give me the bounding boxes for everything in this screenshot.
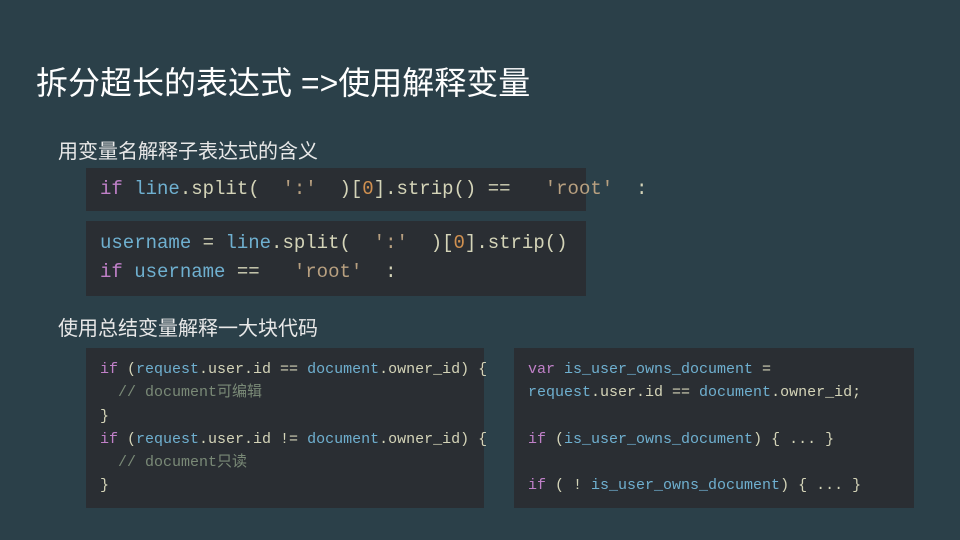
- code-text: (: [555, 431, 564, 448]
- code-text: ) { ... }: [780, 477, 861, 494]
- code-block-after-2: var is_user_owns_document = request.user…: [514, 348, 914, 508]
- code-line: if (request.user.id == document.owner_id…: [100, 358, 470, 381]
- identifier: document: [307, 431, 379, 448]
- string: ':': [260, 178, 340, 200]
- code-line: var is_user_owns_document =: [528, 358, 900, 381]
- keyword: if: [100, 178, 134, 200]
- code-text: )[: [339, 178, 362, 200]
- identifier: document: [699, 384, 771, 401]
- code-block-before-1: if line.split( ':' )[0].strip() == 'root…: [86, 168, 586, 211]
- keyword: if: [100, 261, 134, 283]
- code-text: ) { ... }: [753, 431, 834, 448]
- identifier: is_user_owns_document: [564, 431, 753, 448]
- code-text: .split(: [271, 232, 351, 254]
- keyword: if: [100, 431, 127, 448]
- keyword: if: [528, 477, 555, 494]
- code-text: =: [753, 361, 771, 378]
- code-line: [528, 405, 900, 428]
- code-line: if username == 'root' :: [100, 258, 572, 287]
- code-block-after-1: username = line.split( ':' )[0].strip() …: [86, 221, 586, 296]
- subtitle-summary-vars: 使用总结变量解释一大块代码: [58, 312, 318, 341]
- code-text: .user.id !=: [199, 431, 307, 448]
- code-line: if (request.user.id != document.owner_id…: [100, 428, 470, 451]
- code-line: }: [100, 405, 470, 428]
- identifier: document: [307, 361, 379, 378]
- comment: // document可编辑: [100, 384, 262, 401]
- identifier: request: [528, 384, 591, 401]
- code-block-before-2: if (request.user.id == document.owner_id…: [86, 348, 484, 508]
- code-text: )[: [431, 232, 454, 254]
- code-text: .split(: [180, 178, 260, 200]
- identifier: username: [134, 261, 225, 283]
- code-text: ( !: [555, 477, 591, 494]
- code-line: }: [100, 474, 470, 497]
- identifier: line: [134, 178, 180, 200]
- slide-title: 拆分超长的表达式 =>使用解释变量: [36, 58, 530, 104]
- code-text: =: [191, 232, 225, 254]
- keyword: if: [100, 361, 127, 378]
- code-text: [528, 408, 537, 425]
- identifier: is_user_owns_document: [591, 477, 780, 494]
- string: 'root': [260, 261, 385, 283]
- code-text: :: [636, 178, 647, 200]
- code-text: ].strip() ==: [374, 178, 511, 200]
- code-text: ].strip(): [465, 232, 568, 254]
- code-line: // document可编辑: [100, 381, 470, 404]
- number: 0: [362, 178, 373, 200]
- code-line: if ( ! is_user_owns_document) { ... }: [528, 474, 900, 497]
- number: 0: [454, 232, 465, 254]
- subtitle-explain-vars: 用变量名解释子表达式的含义: [58, 135, 318, 164]
- code-text: .user.id ==: [199, 361, 307, 378]
- code-text: (: [127, 361, 136, 378]
- code-text: .user.id ==: [591, 384, 699, 401]
- code-line: if (is_user_owns_document) { ... }: [528, 428, 900, 451]
- identifier: line: [225, 232, 271, 254]
- code-text: }: [100, 477, 109, 494]
- code-text: .owner_id) {: [379, 361, 487, 378]
- string: 'root': [511, 178, 636, 200]
- code-text: [528, 454, 537, 471]
- identifier: is_user_owns_document: [564, 361, 753, 378]
- identifier: username: [100, 232, 191, 254]
- code-line: username = line.split( ':' )[0].strip(): [100, 229, 572, 258]
- code-line: if line.split( ':' )[0].strip() == 'root…: [100, 176, 572, 203]
- identifier: request: [136, 431, 199, 448]
- identifier: request: [136, 361, 199, 378]
- code-text: }: [100, 408, 109, 425]
- code-text: ==: [225, 261, 259, 283]
- code-text: (: [127, 431, 136, 448]
- code-line: [528, 451, 900, 474]
- code-line: request.user.id == document.owner_id;: [528, 381, 900, 404]
- code-text: .owner_id) {: [379, 431, 487, 448]
- keyword: if: [528, 431, 555, 448]
- code-text: :: [385, 261, 396, 283]
- code-line: // document只读: [100, 451, 470, 474]
- keyword: var: [528, 361, 564, 378]
- comment: // document只读: [100, 454, 247, 471]
- code-text: .owner_id;: [771, 384, 861, 401]
- string: ':': [351, 232, 431, 254]
